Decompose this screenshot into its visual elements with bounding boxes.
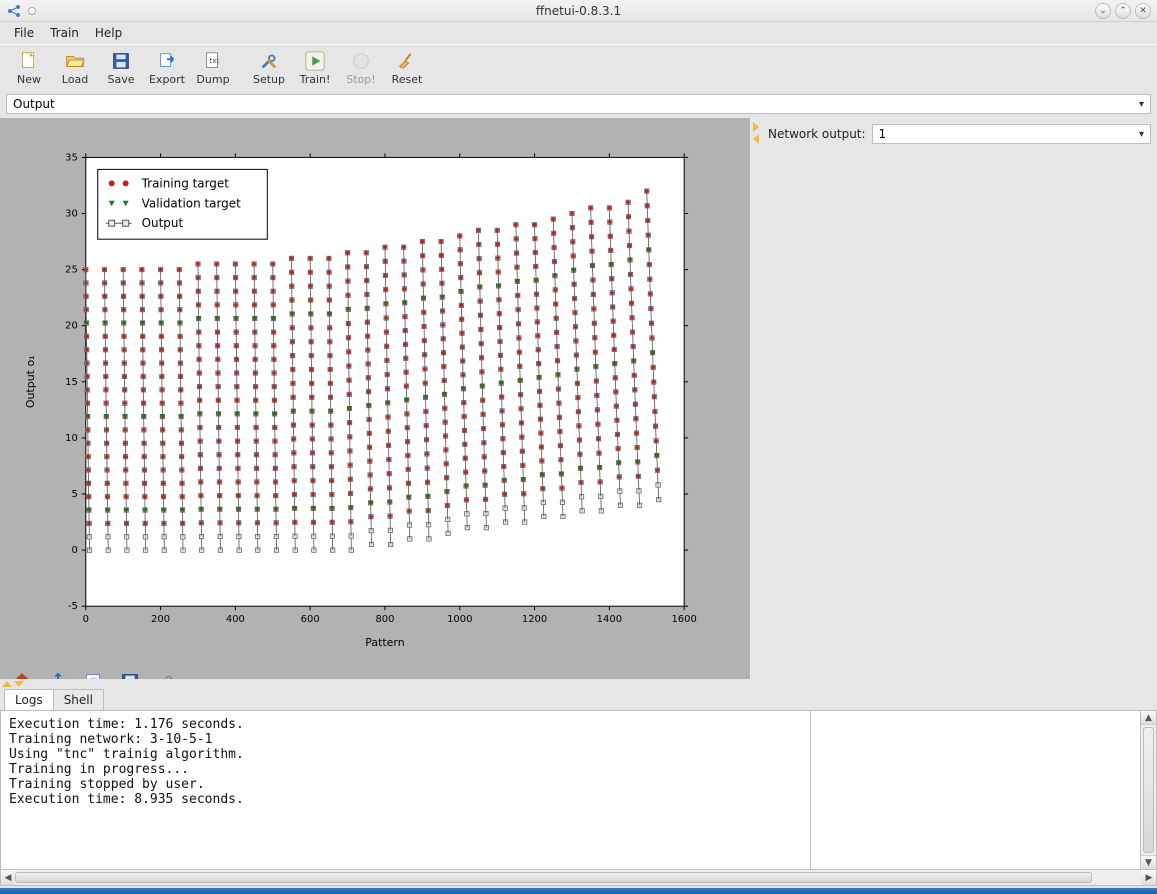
log-side-area: [811, 710, 1141, 870]
svg-text:Training target: Training target: [141, 176, 230, 190]
output-chart: -5 0 5 10 15 20 25 30 35 0 200 400 600 800 1000 1200 14…: [6, 126, 744, 668]
bottom-tabs: Logs Shell: [0, 689, 1157, 710]
svg-text:-5: -5: [68, 601, 78, 612]
chevron-down-icon: ▾: [1139, 129, 1144, 140]
status-bar: [0, 888, 1157, 894]
dump-button[interactable]: txt Dump: [190, 47, 236, 88]
scroll-down-icon[interactable]: ▼: [1141, 855, 1156, 869]
tiny-dot-icon: [28, 7, 36, 15]
scroll-thumb[interactable]: [1143, 727, 1154, 853]
svg-text:25: 25: [65, 265, 78, 276]
view-selector-row: Output ▾: [0, 92, 1157, 118]
stop-button[interactable]: Stop!: [338, 47, 384, 88]
svg-text:600: 600: [301, 614, 320, 625]
network-output-label: Network output:: [768, 127, 866, 141]
svg-text:1200: 1200: [522, 614, 547, 625]
app-icon: [6, 3, 22, 19]
vertical-splitter[interactable]: [750, 118, 762, 679]
network-output-select[interactable]: 1 ▾: [872, 124, 1151, 144]
view-selector-value: Output: [13, 97, 55, 111]
close-button[interactable]: ✕: [1135, 3, 1151, 19]
svg-text:200: 200: [151, 614, 170, 625]
svg-text:30: 30: [65, 209, 78, 220]
horizontal-splitter[interactable]: [0, 679, 1157, 689]
export-button[interactable]: Export: [144, 47, 190, 88]
log-horizontal-scrollbar[interactable]: ◀ ▶: [0, 870, 1157, 886]
broom-icon: [395, 49, 419, 73]
minimize-button[interactable]: ⌄: [1095, 3, 1111, 19]
svg-text:5: 5: [71, 489, 77, 500]
svg-text:1600: 1600: [671, 614, 696, 625]
svg-text:Pattern: Pattern: [365, 636, 405, 649]
svg-text:0: 0: [71, 545, 77, 556]
scroll-up-icon[interactable]: ▲: [1141, 711, 1156, 725]
scroll-right-icon[interactable]: ▶: [1142, 870, 1156, 885]
log-output[interactable]: Execution time: 1.176 seconds. Training …: [0, 710, 811, 870]
svg-text:400: 400: [226, 614, 245, 625]
dump-icon: txt: [201, 49, 225, 73]
stop-icon: [349, 49, 373, 73]
side-panel: Network output: 1 ▾: [762, 118, 1157, 679]
svg-text:Output: Output: [142, 216, 184, 230]
folder-open-icon: [63, 49, 87, 73]
tab-logs[interactable]: Logs: [4, 689, 54, 710]
svg-text:1400: 1400: [597, 614, 622, 625]
network-output-value: 1: [879, 127, 887, 141]
train-button[interactable]: Train!: [292, 47, 338, 88]
splitter-arrow-left-icon: [753, 134, 759, 144]
main-toolbar: New Load Save Export txt Dump Setup Trai…: [0, 44, 1157, 92]
menu-bar: File Train Help: [0, 22, 1157, 44]
log-vertical-scrollbar[interactable]: ▲ ▼: [1141, 710, 1157, 870]
splitter-arrow-down-icon: [14, 681, 24, 687]
svg-text:Output o₁: Output o₁: [24, 355, 37, 408]
plot-panel: -5 0 5 10 15 20 25 30 35 0 200 400 600 800 1000 1200 14…: [0, 118, 750, 679]
splitter-arrow-right-icon: [753, 122, 759, 132]
floppy-icon: [109, 49, 133, 73]
svg-text:txt: txt: [209, 56, 219, 65]
svg-text:35: 35: [65, 152, 78, 163]
new-file-icon: [17, 49, 41, 73]
play-icon: [303, 49, 327, 73]
hscroll-thumb[interactable]: [15, 872, 1092, 883]
menu-help[interactable]: Help: [87, 24, 130, 42]
splitter-arrow-up-icon: [2, 681, 12, 687]
reset-button[interactable]: Reset: [384, 47, 430, 88]
menu-train[interactable]: Train: [42, 24, 87, 42]
menu-file[interactable]: File: [6, 24, 42, 42]
maximize-button[interactable]: ⌃: [1115, 3, 1131, 19]
svg-text:0: 0: [83, 614, 89, 625]
tools-icon: [257, 49, 281, 73]
title-bar: ffnetui-0.8.3.1 ⌄ ⌃ ✕: [0, 0, 1157, 22]
scroll-left-icon[interactable]: ◀: [1, 870, 15, 885]
svg-text:15: 15: [65, 377, 78, 388]
load-button[interactable]: Load: [52, 47, 98, 88]
setup-button[interactable]: Setup: [246, 47, 292, 88]
new-button[interactable]: New: [6, 47, 52, 88]
svg-text:20: 20: [65, 321, 78, 332]
svg-text:Validation target: Validation target: [142, 196, 241, 210]
export-icon: [155, 49, 179, 73]
chevron-down-icon: ▾: [1139, 99, 1144, 110]
window-title: ffnetui-0.8.3.1: [0, 4, 1157, 18]
svg-text:10: 10: [65, 433, 78, 444]
tab-shell[interactable]: Shell: [53, 689, 104, 710]
save-button[interactable]: Save: [98, 47, 144, 88]
svg-text:1000: 1000: [447, 614, 472, 625]
view-selector[interactable]: Output ▾: [6, 94, 1151, 114]
svg-text:800: 800: [375, 614, 394, 625]
